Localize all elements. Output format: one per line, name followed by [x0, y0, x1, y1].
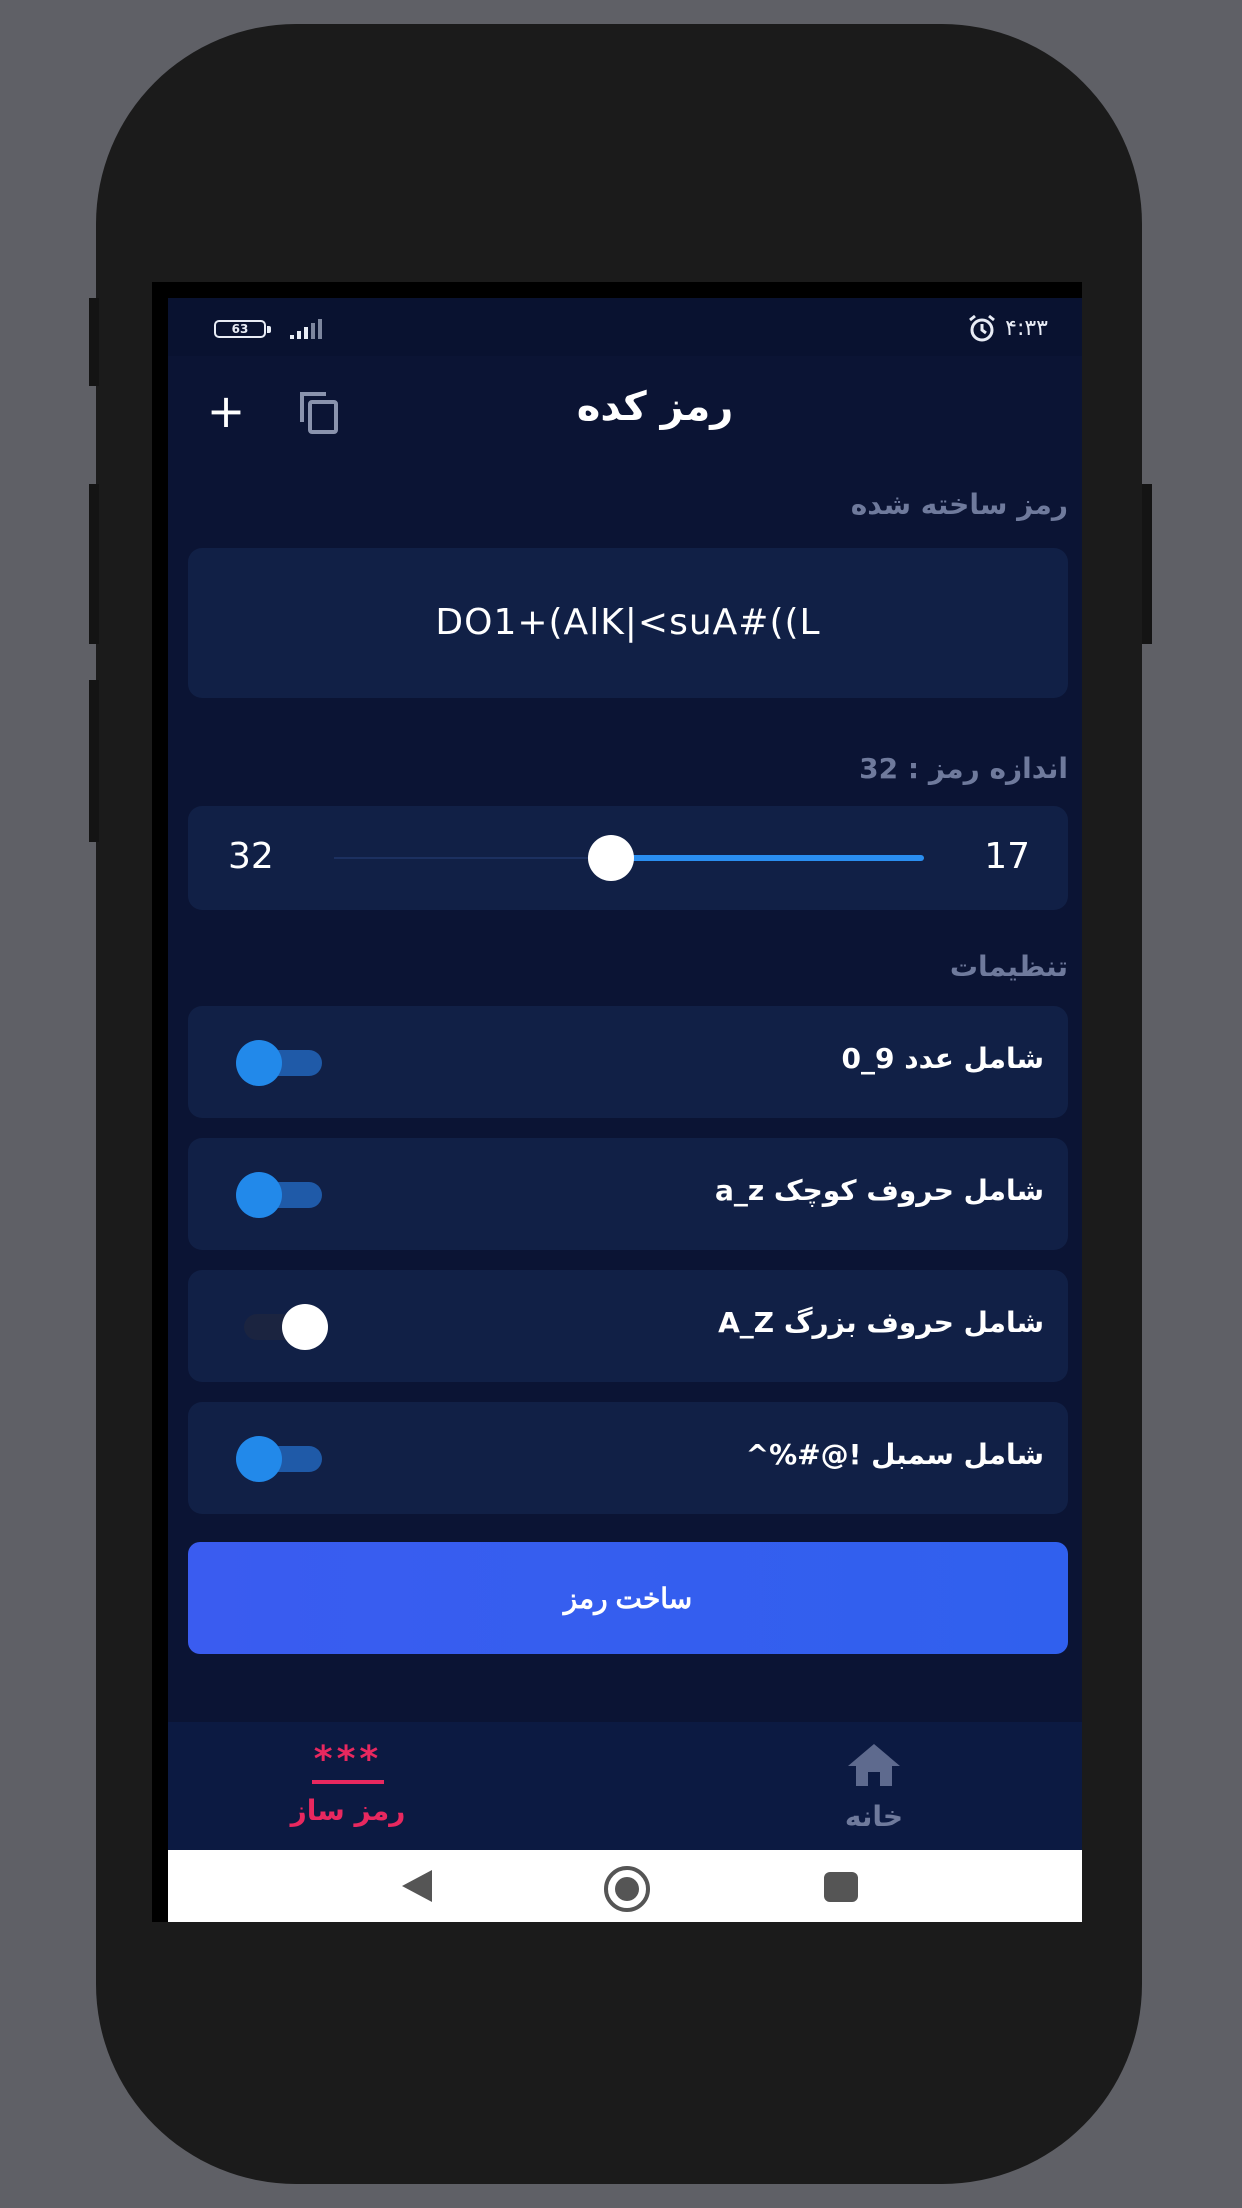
slider-thumb[interactable] — [588, 835, 634, 881]
status-time: ۴:۳۳ — [1005, 315, 1048, 341]
phone-screen: 63 ۴:۳۳ + رمز کده رمز ساخته شده DO1+(AlK… — [152, 282, 1082, 1922]
option-symbols: شامل سمبل !@#%^ — [188, 1402, 1068, 1514]
signal-icon — [290, 319, 322, 339]
length-slider-card: 32 17 — [188, 806, 1068, 910]
back-icon[interactable] — [400, 1868, 436, 1904]
option-label: شامل حروف بزرگ A_Z — [718, 1306, 1044, 1339]
slider-min-value: 32 — [228, 836, 274, 877]
option-label: شامل حروف کوچک a_z — [714, 1174, 1044, 1207]
toggle-knob — [236, 1172, 282, 1218]
app-root: 63 ۴:۳۳ + رمز کده رمز ساخته شده DO1+(AlK… — [168, 298, 1082, 1922]
system-nav-bar — [168, 1850, 1082, 1922]
recent-apps-icon[interactable] — [824, 1872, 858, 1902]
nav-home-label: خانه — [844, 1800, 904, 1833]
app-bar: + رمز کده — [168, 356, 1082, 466]
phone-power-button — [1142, 484, 1152, 644]
status-bar: 63 ۴:۳۳ — [168, 298, 1082, 356]
toggle-knob — [236, 1040, 282, 1086]
alarm-icon — [969, 314, 996, 342]
option-uppercase: شامل حروف بزرگ A_Z — [188, 1270, 1068, 1382]
generated-password: DO1+(AlK|<suA#((L — [435, 602, 821, 643]
length-label: اندازه رمز : 32 — [859, 752, 1068, 785]
option-numbers: شامل عدد 9_0 — [188, 1006, 1068, 1118]
bottom-nav: *** رمز ساز خانه — [168, 1722, 1082, 1850]
symbols-toggle[interactable] — [236, 1436, 322, 1482]
generate-password-button[interactable]: ساخت رمز — [188, 1542, 1068, 1654]
lowercase-toggle[interactable] — [236, 1172, 322, 1218]
toggle-knob — [282, 1304, 328, 1350]
phone-side-button — [89, 298, 99, 386]
page-title: رمز کده — [576, 384, 734, 430]
slider-fill — [611, 855, 924, 861]
toggle-knob — [236, 1436, 282, 1482]
numbers-toggle[interactable] — [236, 1040, 322, 1086]
generated-password-label: رمز ساخته شده — [850, 488, 1068, 521]
clock-area: ۴:۳۳ — [967, 312, 1048, 344]
home-icon — [848, 1744, 900, 1786]
slider-max-value: 17 — [984, 836, 1030, 877]
phone-side-button — [89, 484, 99, 644]
nav-generator-label: رمز ساز — [290, 1794, 406, 1827]
battery-icon: 63 — [214, 320, 271, 338]
battery-level: 63 — [231, 322, 249, 336]
settings-label: تنظیمات — [949, 950, 1068, 983]
asterisks-icon: *** — [311, 1740, 385, 1784]
nav-item-generator[interactable]: *** رمز ساز — [248, 1740, 448, 1828]
nav-item-home[interactable]: خانه — [774, 1740, 974, 1833]
phone-side-button — [89, 680, 99, 842]
option-label: شامل عدد 9_0 — [841, 1042, 1044, 1075]
password-display-card[interactable]: DO1+(AlK|<suA#((L — [188, 548, 1068, 698]
option-lowercase: شامل حروف کوچک a_z — [188, 1138, 1068, 1250]
length-slider[interactable] — [334, 835, 924, 881]
uppercase-toggle[interactable] — [244, 1304, 328, 1350]
option-label: شامل سمبل !@#%^ — [745, 1438, 1044, 1471]
home-circle-icon[interactable] — [602, 1864, 652, 1914]
